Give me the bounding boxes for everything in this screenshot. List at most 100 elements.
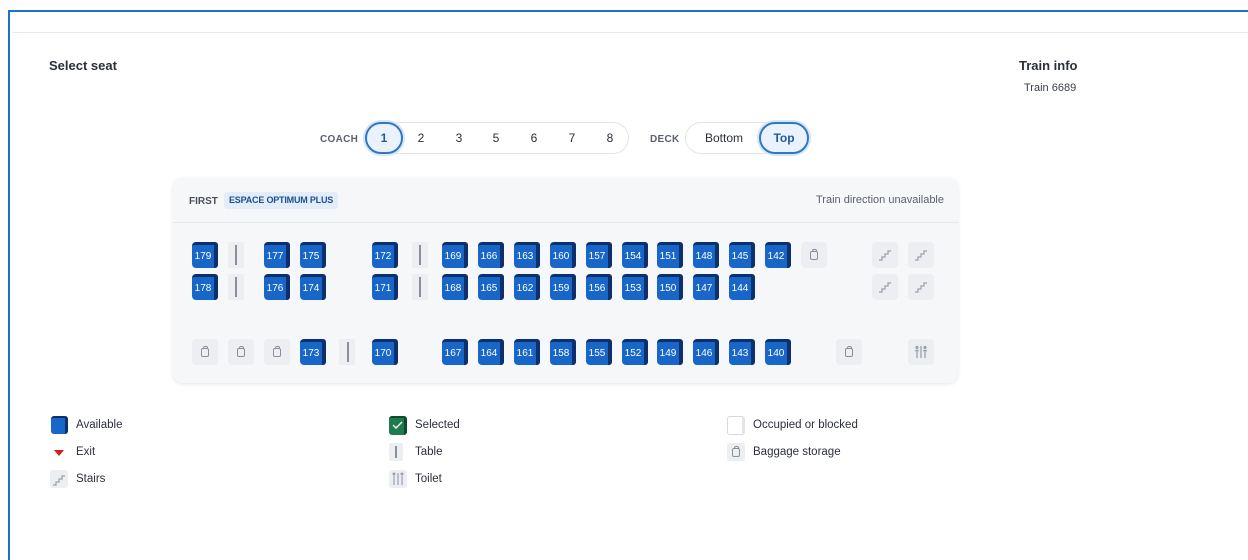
class-badge: ESPACE OPTIMUM PLUS — [224, 192, 339, 209]
available-seat-icon — [50, 416, 68, 434]
seat[interactable]: 159 — [550, 274, 576, 300]
baggage-icon — [228, 339, 254, 365]
seat[interactable]: 143 — [729, 339, 755, 365]
seat[interactable]: 147 — [693, 274, 719, 300]
table-icon — [235, 277, 237, 297]
seat[interactable]: 154 — [622, 242, 648, 268]
seat[interactable]: 178 — [192, 274, 218, 300]
seat[interactable]: 157 — [586, 242, 612, 268]
baggage-icon — [836, 339, 862, 365]
deck-label: DECK — [650, 134, 680, 145]
seat[interactable]: 174 — [300, 274, 326, 300]
seat[interactable]: 170 — [372, 339, 398, 365]
baggage-icon — [192, 339, 218, 365]
stairs-icon — [908, 274, 934, 300]
seat[interactable]: 165 — [478, 274, 504, 300]
legend-table: Table — [389, 443, 443, 461]
seat[interactable]: 155 — [586, 339, 612, 365]
seat[interactable]: 160 — [550, 242, 576, 268]
legend-toilet-label: Toilet — [415, 473, 442, 485]
legend-exit-label: Exit — [76, 446, 96, 458]
stairs-icon — [908, 242, 934, 268]
train-number: Train 6689 — [1024, 82, 1077, 94]
divider — [12, 32, 1248, 33]
legend-occupied-label: Occupied or blocked — [753, 419, 858, 431]
seat[interactable]: 145 — [729, 242, 755, 268]
legend-stairs: Stairs — [50, 470, 105, 488]
legend-occupied: Occupied or blocked — [727, 416, 858, 435]
coach-option-2[interactable]: 2 — [407, 122, 435, 154]
legend-table-label: Table — [415, 446, 443, 458]
legend-selected-label: Selected — [415, 419, 460, 431]
seat[interactable]: 156 — [586, 274, 612, 300]
seat[interactable]: 164 — [478, 339, 504, 365]
table-icon — [235, 245, 237, 265]
seat[interactable]: 144 — [729, 274, 755, 300]
seat[interactable]: 177 — [264, 242, 290, 268]
train-direction-text: Train direction unavailable — [816, 194, 944, 206]
table-icon — [347, 342, 349, 362]
seat[interactable]: 161 — [514, 339, 540, 365]
seat[interactable]: 175 — [300, 242, 326, 268]
seat[interactable]: 149 — [657, 339, 683, 365]
deck-option-top[interactable]: Top — [759, 122, 809, 154]
seat[interactable]: 158 — [550, 339, 576, 365]
selected-seat-icon — [389, 416, 407, 435]
seat[interactable]: 146 — [693, 339, 719, 365]
baggage-icon — [727, 443, 745, 461]
coach-option-3[interactable]: 3 — [445, 122, 473, 154]
legend-selected: Selected — [389, 416, 460, 435]
exit-arrow-icon — [50, 443, 68, 461]
seat[interactable]: 153 — [622, 274, 648, 300]
seat[interactable]: 176 — [264, 274, 290, 300]
seat[interactable]: 171 — [372, 274, 398, 300]
seat[interactable]: 172 — [372, 242, 398, 268]
coach-label: COACH — [320, 134, 359, 145]
seat[interactable]: 150 — [657, 274, 683, 300]
coach-option-1[interactable]: 1 — [365, 122, 403, 154]
page-title: Select seat — [49, 58, 117, 73]
seat[interactable]: 179 — [192, 242, 218, 268]
table-icon — [419, 277, 421, 297]
seat[interactable]: 166 — [478, 242, 504, 268]
seat[interactable]: 173 — [300, 339, 326, 365]
stairs-icon — [872, 274, 898, 300]
stairs-icon — [872, 242, 898, 268]
legend-stairs-label: Stairs — [76, 473, 106, 485]
seat[interactable]: 168 — [442, 274, 468, 300]
table-icon — [389, 443, 403, 461]
class-label: FIRST — [189, 196, 218, 207]
coach-option-6[interactable]: 6 — [520, 122, 548, 154]
seat[interactable]: 167 — [442, 339, 468, 365]
deck-option-bottom[interactable]: Bottom — [692, 122, 756, 154]
legend-exit: Exit — [50, 443, 95, 461]
baggage-icon — [801, 242, 827, 268]
coach-option-5[interactable]: 5 — [482, 122, 510, 154]
seat[interactable]: 162 — [514, 274, 540, 300]
legend-toilet: Toilet — [389, 470, 442, 488]
coach-selector: 1 2 3 5 6 7 8 — [363, 122, 629, 154]
seat[interactable]: 140 — [765, 339, 791, 365]
coach-panel-header: FIRST ESPACE OPTIMUM PLUS Train directio… — [173, 178, 958, 223]
toilet-icon — [389, 470, 407, 488]
legend-baggage-label: Baggage storage — [753, 446, 841, 458]
seat[interactable]: 169 — [442, 242, 468, 268]
legend-available-label: Available — [76, 419, 123, 431]
occupied-seat-icon — [727, 416, 745, 435]
stairs-icon — [50, 470, 68, 488]
seat[interactable]: 152 — [622, 339, 648, 365]
coach-option-7[interactable]: 7 — [558, 122, 586, 154]
seat[interactable]: 142 — [765, 242, 791, 268]
baggage-icon — [264, 339, 290, 365]
train-info-title: Train info — [1019, 58, 1078, 73]
seat[interactable]: 163 — [514, 242, 540, 268]
coach-seat-map: FIRST ESPACE OPTIMUM PLUS Train directio… — [173, 178, 958, 383]
legend-baggage: Baggage storage — [727, 443, 841, 461]
coach-option-8[interactable]: 8 — [596, 122, 624, 154]
seat[interactable]: 151 — [657, 242, 683, 268]
toilet-icon — [908, 339, 934, 365]
deck-selector: Bottom Top — [685, 122, 811, 154]
legend-available: Available — [50, 416, 122, 434]
seat[interactable]: 148 — [693, 242, 719, 268]
table-icon — [419, 245, 421, 265]
